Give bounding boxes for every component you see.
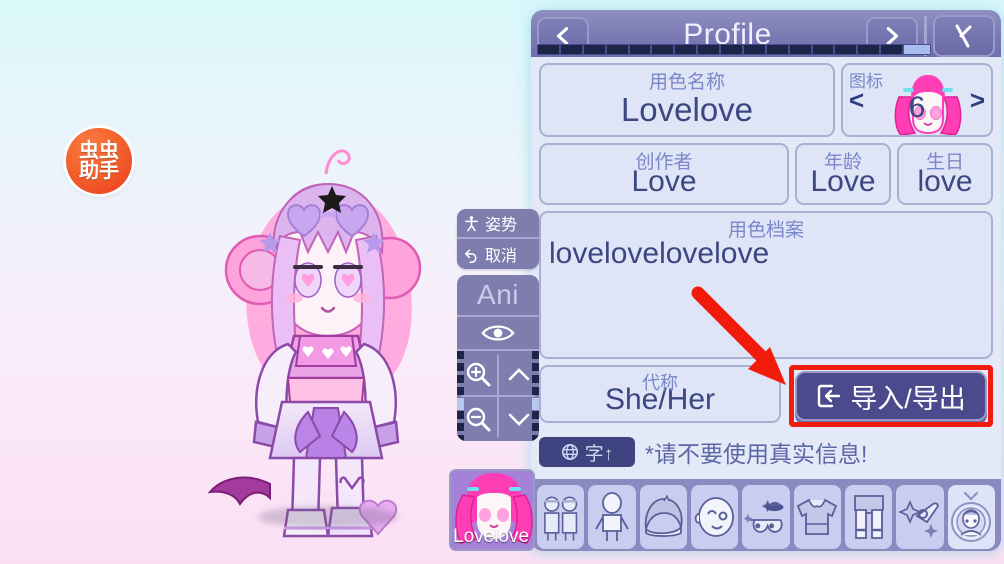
- pose-button[interactable]: 姿势: [457, 209, 539, 239]
- pose-label: 姿势: [485, 217, 518, 234]
- description-label: 用色档案: [727, 220, 804, 241]
- effects-icon: [897, 499, 939, 538]
- close-icon: [955, 24, 972, 48]
- undo-icon: [465, 248, 477, 263]
- category-body[interactable]: [588, 485, 636, 549]
- category-effects[interactable]: [896, 485, 944, 549]
- avatar-prev-button[interactable]: <: [849, 85, 864, 116]
- row-name-avatar: 用色名称 Lovelove 图标 < 6 >: [539, 63, 993, 137]
- name-field[interactable]: 用色名称 Lovelove: [539, 63, 835, 137]
- assistant-badge-line1: 虫虫: [79, 140, 119, 162]
- row-pronoun-io: 代称 She/Her 导入/导出: [539, 365, 993, 427]
- chevron-down-icon: [508, 413, 529, 426]
- globe-icon: [561, 443, 578, 461]
- assistant-badge[interactable]: 虫虫 助手: [66, 128, 132, 194]
- birthday-field[interactable]: 生日 love: [897, 143, 993, 205]
- category-hair[interactable]: [639, 485, 687, 549]
- avatar-next-button[interactable]: >: [970, 85, 985, 116]
- zoom-in-icon: [466, 362, 490, 386]
- view-tools-group: Ani: [457, 275, 539, 441]
- age-field[interactable]: 年龄 Love: [795, 143, 891, 205]
- category-tops[interactable]: [793, 485, 841, 549]
- description-value: lovelovelovelove: [549, 237, 770, 270]
- pronoun-field[interactable]: 代称 She/Her: [539, 365, 781, 423]
- close-button[interactable]: [933, 15, 995, 57]
- character-tab-label: Lovelove: [453, 526, 530, 547]
- cancel-label: 取消: [485, 248, 518, 265]
- character-art: [207, 149, 422, 538]
- chevron-down-small-icon: [964, 491, 979, 501]
- birthday-label: 生日: [925, 152, 964, 173]
- body-icon: [595, 492, 629, 541]
- language-label: 字↑: [584, 443, 614, 465]
- row-creator-age-birthday: 创作者 Love 年龄 Love 生日 love: [539, 143, 993, 205]
- pose-icon: [465, 215, 478, 231]
- profile-icon: [951, 502, 992, 542]
- character-tab[interactable]: Lovelove: [449, 469, 535, 551]
- category-accessories[interactable]: [742, 485, 790, 549]
- avatar-preview-icon: [894, 75, 962, 135]
- pronoun-label: 代称: [642, 373, 678, 393]
- character-shadow: [258, 506, 398, 528]
- hair-icon: [645, 495, 683, 537]
- left-tool-column: 姿势 取消 Ani: [457, 209, 539, 441]
- import-export-wrap: 导入/导出: [789, 365, 993, 427]
- cancel-button[interactable]: 取消: [457, 239, 539, 269]
- name-value: Lovelove: [620, 91, 754, 128]
- category-face[interactable]: [690, 485, 739, 549]
- app-root: 虫虫 助手 姿势 取消 Ani Lovelove Profile 用色名称 Lo…: [0, 0, 1004, 564]
- avatar-index: 6: [908, 91, 926, 124]
- face-icon: [694, 497, 734, 537]
- character-preview[interactable]: [196, 140, 456, 550]
- category-bottoms[interactable]: [844, 485, 893, 549]
- category-bar: [531, 479, 1001, 551]
- name-label: 用色名称: [648, 72, 725, 93]
- category-profile[interactable]: [947, 485, 995, 549]
- tops-icon: [797, 498, 838, 535]
- page-progress-bar[interactable]: [537, 44, 931, 55]
- zoom-pan-grid: [457, 351, 539, 441]
- pose-tools-group: 姿势 取消: [457, 209, 539, 269]
- preset-characters-icon: [544, 496, 578, 541]
- age-label: 年龄: [823, 152, 862, 173]
- assistant-badge-line2: 助手: [79, 160, 119, 182]
- row-language-warning: 字↑ *请不要使用真实信息!: [539, 435, 993, 469]
- chevron-up-icon: [508, 367, 529, 380]
- import-export-highlight: [789, 365, 993, 427]
- animation-button[interactable]: Ani: [457, 275, 539, 317]
- bottoms-icon: [853, 495, 884, 539]
- panel-body: 用色名称 Lovelove 图标 < 6 > 创作者 Love 年龄 Love …: [531, 57, 1001, 551]
- creator-label: 创作者: [635, 152, 693, 173]
- zoom-out-icon: [466, 407, 490, 431]
- panel-header: Profile: [531, 10, 1001, 57]
- avatar-selector[interactable]: 图标 < 6 >: [841, 63, 993, 137]
- warning-text: *请不要使用真实信息!: [645, 441, 868, 467]
- description-field[interactable]: 用色档案 lovelovelovelove: [539, 211, 993, 359]
- scroll-track-right[interactable]: [532, 351, 539, 441]
- language-button[interactable]: 字↑: [539, 437, 635, 467]
- creator-field[interactable]: 创作者 Love: [539, 143, 789, 205]
- category-preset-characters[interactable]: [537, 485, 585, 549]
- accessories-icon: [743, 500, 784, 533]
- profile-panel: Profile 用色名称 Lovelove 图标 < 6 > 创作者 Love …: [531, 10, 1001, 551]
- visibility-toggle[interactable]: [457, 317, 539, 351]
- eye-icon: [481, 325, 515, 341]
- scroll-track-left[interactable]: [457, 351, 464, 441]
